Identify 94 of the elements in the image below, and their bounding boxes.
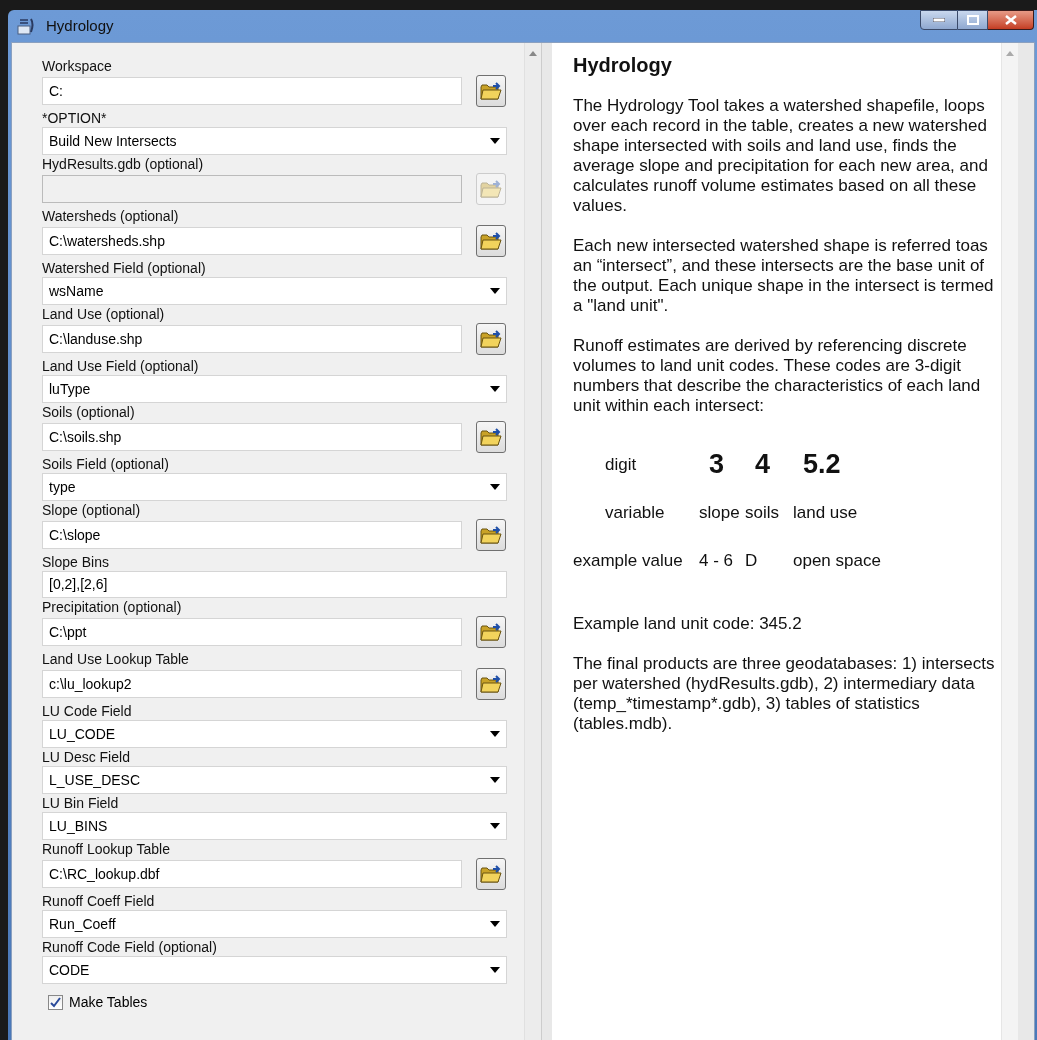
close-icon	[1004, 15, 1017, 25]
field-label: Workspace	[42, 57, 112, 75]
browse-button[interactable]	[476, 323, 506, 355]
caret-icon	[490, 138, 500, 144]
dropdown[interactable]: CODE	[42, 956, 507, 984]
text-field[interactable]: [0,2],[2,6]	[42, 571, 507, 598]
folder-icon	[480, 674, 502, 694]
field-label: LU Bin Field	[42, 794, 119, 812]
path-field[interactable]: C:\ppt	[42, 618, 462, 646]
browse-button[interactable]	[476, 616, 506, 648]
field-label: Watersheds (optional)	[42, 207, 179, 225]
dropdown[interactable]: LU_BINS	[42, 812, 507, 840]
field-label: Soils Field (optional)	[42, 455, 169, 473]
code-cell-text: 4 - 6	[699, 549, 734, 572]
field-label: LU Code Field	[42, 702, 132, 720]
maximize-button[interactable]	[958, 10, 988, 30]
caret-icon	[490, 288, 500, 294]
maximize-icon	[966, 15, 979, 25]
checkbox-label: Make Tables	[69, 993, 148, 1012]
field-label: HydResults.gdb (optional)	[42, 155, 204, 173]
folder-icon	[480, 329, 502, 349]
help-paragraph: Example land unit code: 345.2	[573, 614, 803, 634]
dropdown[interactable]: wsName	[42, 277, 507, 305]
help-paragraph: The final products are three geodatabases: 1) intersects per watershed (hydResults.gdb), 2) intermediary data (temp_*timestamp*.gdb), 3) tables of statistics (tables.mdb).	[573, 654, 995, 734]
folder-icon	[480, 622, 502, 642]
code-digit: 5.2	[802, 447, 841, 481]
browse-button[interactable]	[476, 858, 506, 890]
caret-icon	[490, 484, 500, 490]
folder-icon	[480, 427, 502, 447]
dropdown[interactable]: type	[42, 473, 507, 501]
browse-button[interactable]	[476, 225, 506, 257]
code-cell-text: slope	[699, 501, 740, 524]
help-paragraph: Each new intersected watershed shape is referred toas an “intersect”, and these intersects are the base unit of the output. Each unique shape in the intersect is termed a "land unit".	[573, 236, 995, 316]
browse-button[interactable]	[476, 421, 506, 453]
minimize-icon	[933, 18, 945, 22]
code-digit: 3	[708, 447, 725, 481]
folder-icon	[480, 81, 502, 101]
field-label: Slope Bins	[42, 553, 109, 571]
path-field[interactable]: C:\landuse.shp	[42, 325, 462, 353]
field-label: *OPTION*	[42, 109, 107, 127]
caret-icon	[490, 823, 500, 829]
field-label: Land Use Field (optional)	[42, 357, 199, 375]
dropdown[interactable]: Run_Coeff	[42, 910, 507, 938]
field-label: Watershed Field (optional)	[42, 259, 206, 277]
folder-icon	[480, 525, 502, 545]
path-field[interactable]: C:\slope	[42, 521, 462, 549]
field-label: Slope (optional)	[42, 501, 141, 519]
folder-icon	[480, 179, 502, 199]
field-label: Land Use (optional)	[42, 305, 165, 323]
help-paragraph: Runoff estimates are derived by referencing discrete volumes to land unit codes. These codes are 3-digit numbers that describe the characteristics of each land unit within each intersect:	[573, 336, 982, 416]
field-label: Precipitation (optional)	[42, 598, 182, 616]
caret-icon	[490, 921, 500, 927]
dropdown[interactable]: L_USE_DESC	[42, 766, 507, 794]
code-row-label: digit	[604, 453, 637, 476]
code-cell-text: open space	[793, 549, 881, 572]
code-cell-text: land use	[793, 501, 858, 524]
scroll-up-icon	[529, 51, 537, 56]
path-field[interactable]: C:\soils.shp	[42, 423, 462, 451]
field-label: Runoff Code Field (optional)	[42, 938, 217, 956]
path-field[interactable]: c:\lu_lookup2	[42, 670, 462, 698]
check-icon	[50, 997, 61, 1008]
tool-icon	[16, 16, 36, 36]
code-row-label: variable	[604, 501, 665, 524]
browse-button[interactable]	[476, 75, 506, 107]
browse-button[interactable]	[476, 668, 506, 700]
path-field[interactable]: C:\watersheds.shp	[42, 227, 462, 255]
path-field[interactable]: C:	[42, 77, 462, 105]
dropdown[interactable]: Build New Intersects	[42, 127, 507, 155]
caret-icon	[490, 967, 500, 973]
field-label: Soils (optional)	[42, 403, 135, 421]
field-label: LU Desc Field	[42, 748, 130, 766]
field-label: Land Use Lookup Table	[42, 650, 189, 668]
dropdown[interactable]: luType	[42, 375, 507, 403]
field-label: Runoff Lookup Table	[42, 840, 170, 858]
caret-icon	[490, 777, 500, 783]
checkbox[interactable]	[48, 995, 63, 1010]
dropdown[interactable]: LU_CODE	[42, 720, 507, 748]
folder-icon	[480, 231, 502, 251]
browse-button[interactable]	[476, 519, 506, 551]
help-paragraph: The Hydrology Tool takes a watershed shapefile, loops over each record in the table, creates a new watershed shape intersected with soils and land use, finds the average slope and precipitation for each new area, and calculates runoff volume estimates based on all these values.	[573, 96, 989, 216]
scroll-up-icon	[1006, 51, 1014, 56]
folder-icon	[480, 864, 502, 884]
minimize-button[interactable]	[920, 10, 958, 30]
window-title: Hydrology	[46, 15, 114, 36]
code-cell-text: D	[745, 549, 758, 572]
field-label: Runoff Coeff Field	[42, 892, 155, 910]
code-digit: 4	[754, 447, 771, 481]
close-button[interactable]	[988, 10, 1034, 30]
code-row-label: example value	[573, 549, 683, 572]
caret-icon	[490, 386, 500, 392]
help-title: Hydrology	[573, 55, 673, 76]
path-field[interactable]: C:\RC_lookup.dbf	[42, 860, 462, 888]
code-cell-text: soils	[745, 501, 779, 524]
caret-icon	[490, 731, 500, 737]
